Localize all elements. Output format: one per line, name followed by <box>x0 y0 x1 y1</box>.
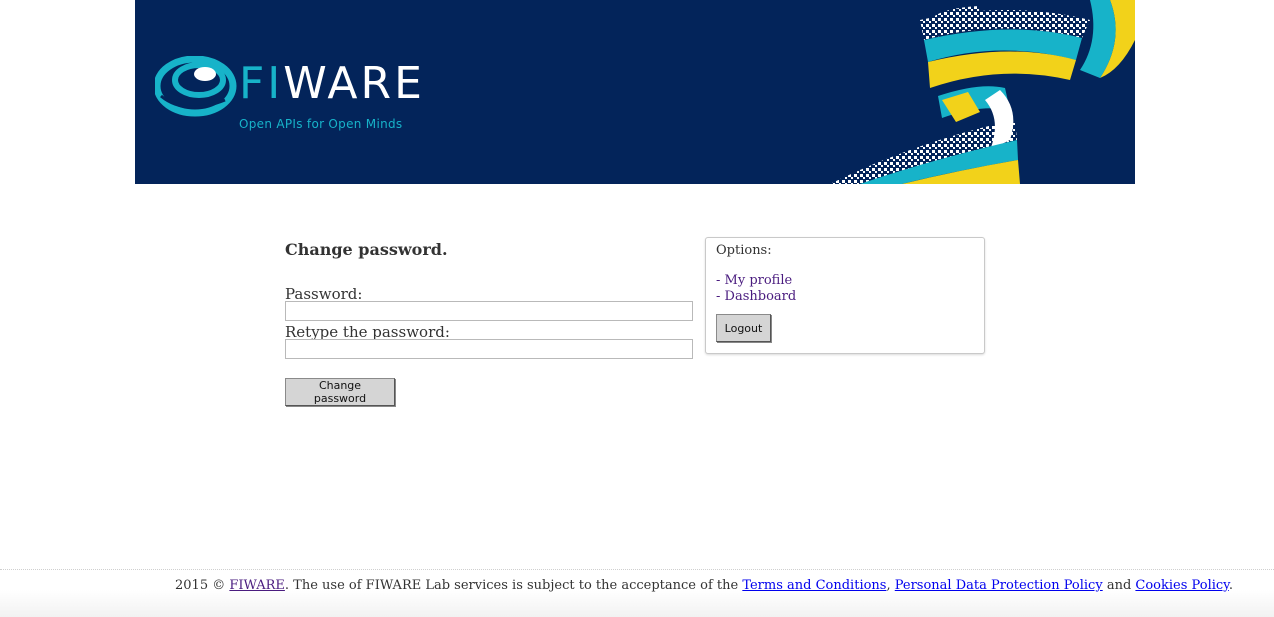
change-password-button[interactable]: Change password <box>285 378 395 406</box>
logo-wordmark: FIWARE <box>239 62 425 106</box>
logout-button[interactable]: Logout <box>716 314 771 342</box>
password-input[interactable] <box>285 301 693 321</box>
footer-divider <box>0 569 1274 570</box>
footer-background <box>0 590 1274 617</box>
page: FIWARE Open APIs for Open Minds Change p… <box>0 0 1274 617</box>
footer-privacy-link[interactable]: Personal Data Protection Policy <box>895 578 1103 593</box>
footer: 2015 © FIWARE. The use of FIWARE Lab ser… <box>175 578 1235 593</box>
change-password-form: Change password. Password: Retype the pa… <box>285 238 695 406</box>
logo-wordmark-fi: FI <box>239 58 284 109</box>
fiware-logo-icon <box>153 55 237 122</box>
footer-period: . <box>1228 578 1233 593</box>
footer-copyright: 2015 © <box>175 578 230 593</box>
logo-wordmark-rest: WARE <box>283 58 425 109</box>
footer-cookies-link[interactable]: Cookies Policy <box>1135 578 1228 593</box>
footer-terms-link[interactable]: Terms and Conditions <box>742 578 886 593</box>
footer-separator-2: and <box>1102 578 1136 593</box>
my-profile-link[interactable]: - My profile <box>716 273 792 288</box>
logo-tagline: Open APIs for Open Minds <box>239 117 403 131</box>
header-banner: FIWARE Open APIs for Open Minds <box>135 0 1135 184</box>
form-title: Change password. <box>285 240 448 259</box>
footer-separator-1: , <box>886 578 895 593</box>
dashboard-link[interactable]: - Dashboard <box>716 289 796 304</box>
retype-password-input[interactable] <box>285 339 693 359</box>
footer-fiware-link[interactable]: FIWARE <box>229 578 285 593</box>
decorative-ribbon-graphic <box>680 0 1135 184</box>
options-panel: Options: - My profile - Dashboard Logout <box>705 237 985 354</box>
options-title: Options: <box>716 243 772 258</box>
footer-text: . The use of FIWARE Lab services is subj… <box>284 578 743 593</box>
